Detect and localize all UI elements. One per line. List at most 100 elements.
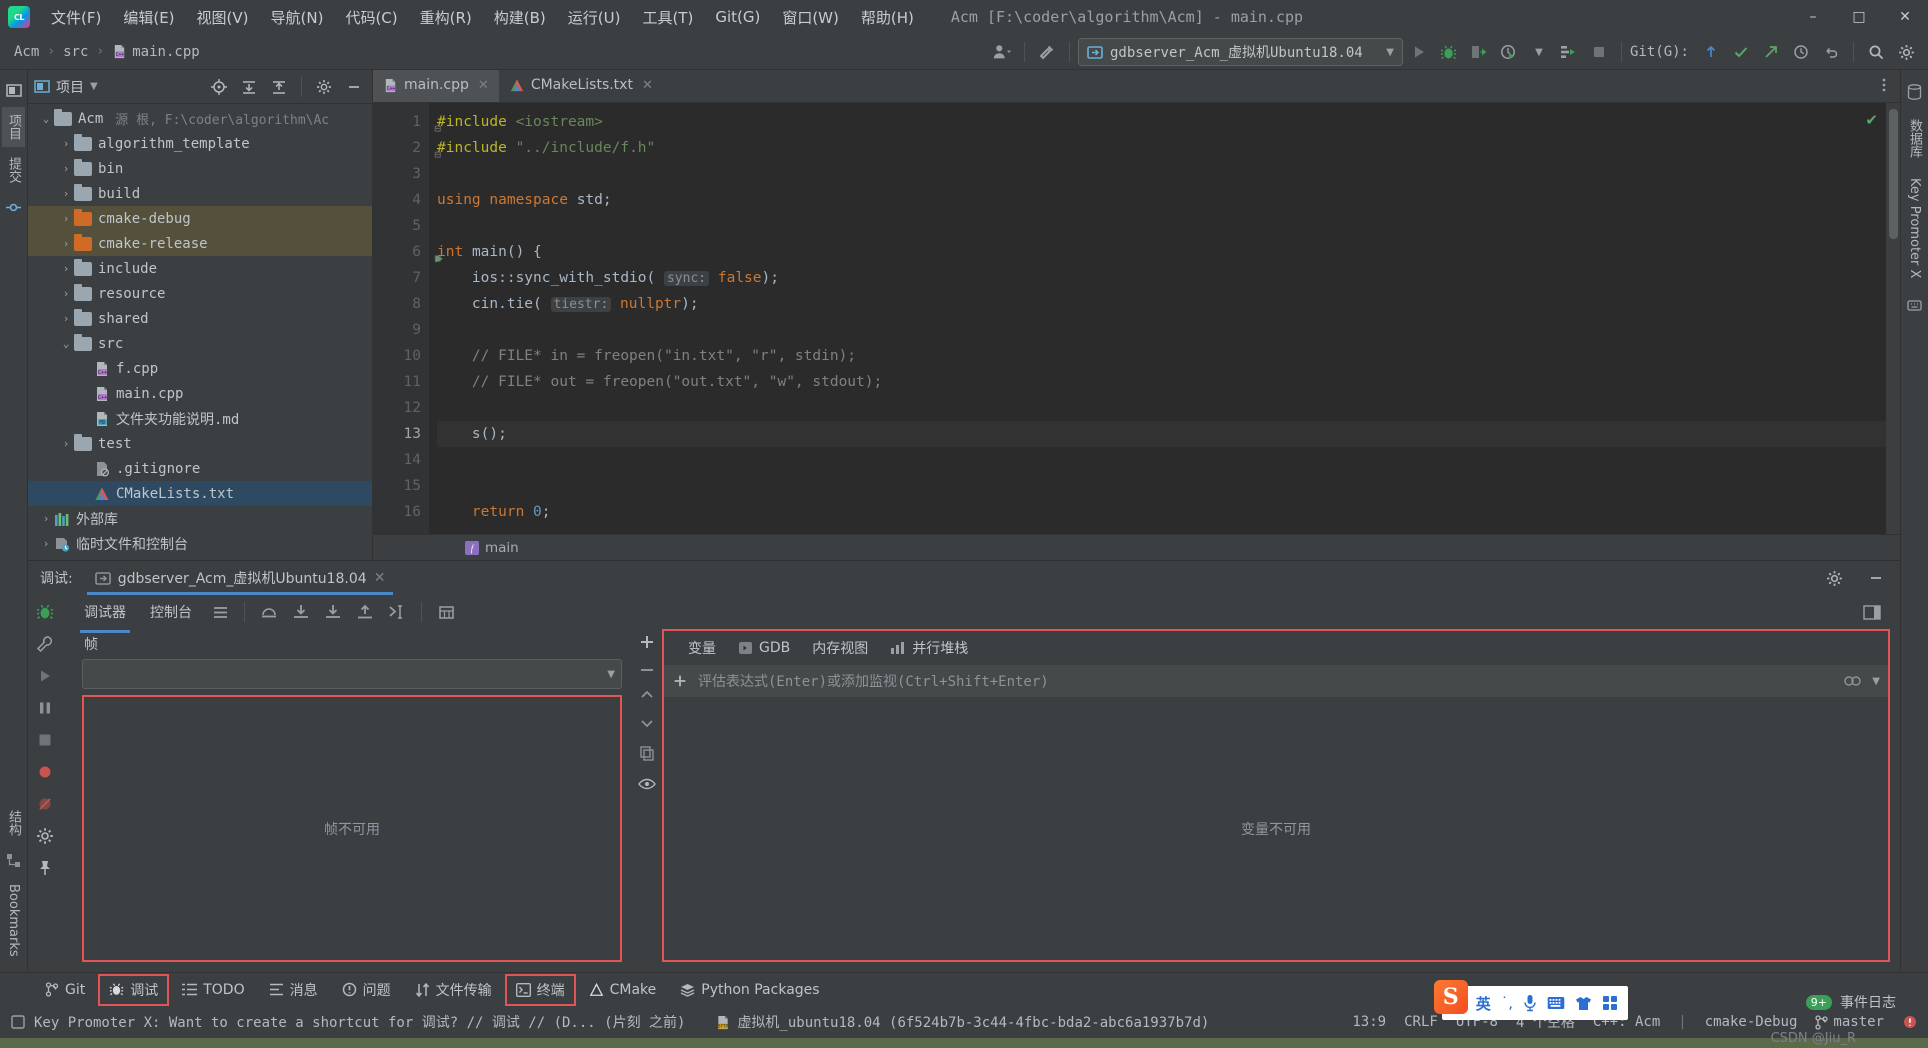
line-number[interactable]: 6 ▶ ⊟: [373, 239, 443, 265]
code-line[interactable]: #include "../include/f.h": [437, 135, 1886, 161]
sidebar-item-commit[interactable]: 提交: [2, 150, 25, 190]
debug-session-bug-icon[interactable]: [36, 603, 54, 621]
status-notification-text[interactable]: Key Promoter X: Want to create a shortcu…: [34, 1012, 685, 1032]
tab-memory-view[interactable]: 内存视图: [802, 631, 878, 665]
code-content[interactable]: #include <iostream> #include "../include/…: [429, 103, 1886, 534]
code-line[interactable]: [437, 473, 1886, 499]
stop-program-icon[interactable]: [36, 731, 54, 749]
chevron-down-icon[interactable]: ▼: [1872, 676, 1880, 687]
thread-selector[interactable]: ▼: [82, 659, 622, 689]
code-line[interactable]: ios::sync_with_stdio( sync: false);: [437, 265, 1886, 291]
code-line[interactable]: s();: [437, 421, 1886, 447]
run-to-cursor-icon[interactable]: [383, 598, 411, 626]
ime-toolbar[interactable]: S 英 ˙,: [1433, 980, 1628, 1020]
menu-git[interactable]: Git(G): [704, 5, 771, 29]
git-update-icon[interactable]: [1697, 38, 1725, 66]
editor-scrollbar[interactable]: [1886, 103, 1900, 534]
stop-button[interactable]: [1585, 38, 1613, 66]
scrollbar-thumb[interactable]: [1889, 109, 1898, 239]
line-number[interactable]: 5: [373, 213, 429, 239]
code-line[interactable]: // FILE* out = freopen("out.txt", "w", s…: [437, 369, 1886, 395]
line-number-gutter[interactable]: 1 ⊟ 2 ⊟ 3 4 5 6 ▶ ⊟ 7 8 9 10 11 12 13 14 15 16: [373, 103, 443, 534]
tree-row[interactable]: › 外部库: [28, 506, 372, 531]
menu-window[interactable]: 窗口(W): [771, 4, 850, 31]
tree-row[interactable]: C++ f.cpp: [28, 356, 372, 381]
menu-run[interactable]: 运行(U): [557, 4, 632, 31]
chevron-right-icon[interactable]: ›: [58, 262, 74, 275]
line-number[interactable]: 16: [373, 499, 429, 525]
evaluate-input-placeholder[interactable]: 评估表达式(Enter)或添加监视(Ctrl+Shift+Enter): [698, 671, 1049, 691]
editor-options-icon[interactable]: [1876, 76, 1892, 94]
force-step-into-icon[interactable]: [319, 598, 347, 626]
sidebar-item-database[interactable]: 数据库: [1903, 112, 1926, 165]
tree-row[interactable]: MD 文件夹功能说明.md: [28, 406, 372, 431]
git-branch-widget[interactable]: master: [1815, 1014, 1884, 1030]
tree-row[interactable]: › build: [28, 181, 372, 206]
sidebar-item-structure[interactable]: 结构: [2, 803, 25, 843]
add-watch-icon[interactable]: [638, 633, 656, 651]
tree-row[interactable]: › cmake-release: [28, 231, 372, 256]
sidebar-item-bookmarks[interactable]: Bookmarks: [4, 877, 23, 964]
step-over-icon[interactable]: [255, 598, 283, 626]
breadcrumb-item-project[interactable]: Acm: [14, 44, 39, 60]
tree-row[interactable]: CMakeLists.txt: [28, 481, 372, 506]
line-number[interactable]: 9: [373, 317, 429, 343]
chevron-down-icon[interactable]: ▼: [90, 81, 98, 92]
hide-panel-icon[interactable]: [340, 73, 368, 101]
apps-grid-icon[interactable]: [1602, 995, 1618, 1011]
debug-settings-icon[interactable]: [36, 827, 54, 845]
layout-settings-icon[interactable]: [206, 598, 234, 626]
menu-refactor[interactable]: 重构(R): [409, 4, 483, 31]
sidebar-item-key-promoter[interactable]: Key Promoter X: [1905, 171, 1924, 285]
code-line[interactable]: [437, 317, 1886, 343]
hammer-build-icon[interactable]: [1033, 38, 1061, 66]
tree-row[interactable]: › resource: [28, 281, 372, 306]
tree-row[interactable]: › algorithm_template: [28, 131, 372, 156]
inspect-eye-icon[interactable]: [638, 777, 656, 791]
bottom-bar-item-TODO[interactable]: TODO: [171, 976, 255, 1004]
copy-value-icon[interactable]: [639, 745, 655, 761]
line-number[interactable]: 15: [373, 473, 429, 499]
breadcrumb-item-src[interactable]: src: [63, 44, 88, 60]
punctuation-icon[interactable]: ˙,: [1501, 994, 1513, 1012]
microphone-icon[interactable]: [1523, 994, 1537, 1012]
line-number[interactable]: 2 ⊟: [373, 135, 441, 161]
line-number[interactable]: 12: [373, 395, 429, 421]
code-line[interactable]: [437, 161, 1886, 187]
evaluate-expression-row[interactable]: 评估表达式(Enter)或添加监视(Ctrl+Shift+Enter) ▼: [664, 665, 1888, 697]
evaluate-expression-icon[interactable]: [432, 598, 460, 626]
project-panel-icon[interactable]: [4, 80, 24, 100]
chevron-right-icon[interactable]: ›: [58, 137, 74, 150]
line-number[interactable]: 1 ⊟: [373, 109, 441, 135]
menu-view[interactable]: 视图(V): [186, 4, 260, 31]
error-indicator-icon[interactable]: [1902, 1014, 1918, 1030]
resume-program-icon[interactable]: [36, 667, 54, 685]
tree-row[interactable]: › include: [28, 256, 372, 281]
line-number[interactable]: 3: [373, 161, 429, 187]
settings-gear-icon[interactable]: [1892, 38, 1920, 66]
profile-run-icon[interactable]: [1495, 38, 1523, 66]
code-line[interactable]: [437, 213, 1886, 239]
line-number[interactable]: 14: [373, 447, 429, 473]
debug-session-tab[interactable]: gdbserver_Acm_虚拟机Ubuntu18.04 ✕: [86, 561, 394, 595]
move-up-icon[interactable]: [639, 689, 655, 701]
line-number[interactable]: 10: [373, 343, 429, 369]
tab-cmakelists[interactable]: CMakeLists.txt ✕: [499, 70, 663, 102]
commit-icon[interactable]: [4, 197, 24, 217]
menu-code[interactable]: 代码(C): [334, 4, 408, 31]
hide-debug-panel-icon[interactable]: [1862, 564, 1890, 592]
profile-dropdown-icon[interactable]: ▼: [1525, 38, 1553, 66]
rerun-wrench-icon[interactable]: [36, 635, 54, 653]
expand-all-icon[interactable]: [235, 73, 263, 101]
mute-breakpoints-icon[interactable]: [36, 795, 54, 813]
panel-settings-gear-icon[interactable]: [310, 73, 338, 101]
chevron-right-icon[interactable]: ›: [58, 162, 74, 175]
tab-main-cpp[interactable]: C++ main.cpp ✕: [373, 70, 499, 102]
line-number[interactable]: 7: [373, 265, 429, 291]
close-session-icon[interactable]: ✕: [374, 570, 386, 586]
chevron-right-icon[interactable]: ›: [58, 437, 74, 450]
event-log-widget[interactable]: 9+ 事件日志: [1805, 992, 1896, 1012]
line-number[interactable]: 13: [373, 421, 429, 447]
code-line[interactable]: // FILE* in = freopen("in.txt", "r", std…: [437, 343, 1886, 369]
close-tab-icon[interactable]: ✕: [478, 78, 489, 93]
